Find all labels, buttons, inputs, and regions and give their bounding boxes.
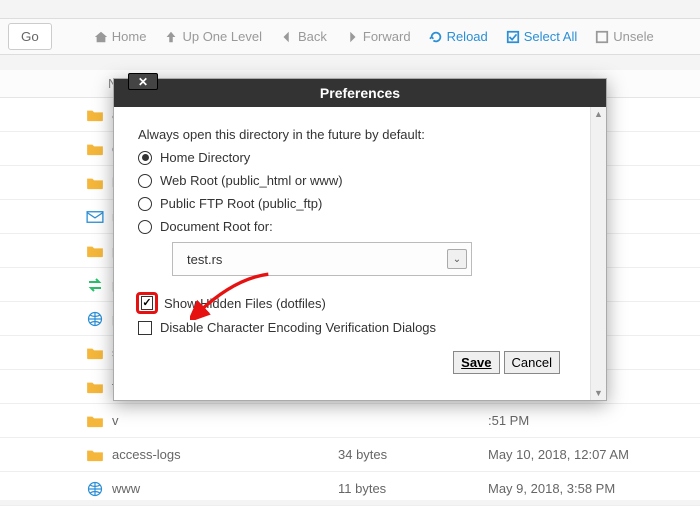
document-root-select[interactable]: test.rs ⌄ [172,242,472,276]
radio-label: Web Root (public_html or www) [160,173,343,188]
table-row[interactable]: v :51 PM [0,404,700,438]
file-name: www [112,481,140,496]
unselect-button[interactable]: Unsele [589,25,659,48]
folder-icon [86,142,104,156]
radio-document-root[interactable]: Document Root for: [138,219,582,234]
up-arrow-icon [164,30,178,44]
select-all-icon [506,30,520,44]
radio-icon [138,174,152,188]
mail-icon [86,210,104,224]
forward-button[interactable]: Forward [339,25,417,48]
radio-label: Document Root for: [160,219,273,234]
dialog-intro-text: Always open this directory in the future… [138,127,582,142]
checkbox-label: Show Hidden Files (dotfiles) [164,296,326,311]
select-all-label: Select All [524,29,577,44]
disable-encoding-checkbox[interactable]: Disable Character Encoding Verification … [138,320,582,335]
up-one-level-button[interactable]: Up One Level [158,25,268,48]
radio-label: Home Directory [160,150,250,165]
file-size: 11 bytes [330,475,480,502]
dialog-close-button[interactable]: ✕ [128,73,158,90]
globe-icon [86,482,104,496]
show-hidden-files-checkbox[interactable]: Show Hidden Files (dotfiles) [138,294,582,312]
home-icon [94,30,108,44]
radio-icon [138,197,152,211]
file-size: 34 bytes [330,441,480,468]
dialog-title: Preferences [320,85,400,101]
folder-icon [86,380,104,394]
dialog-body: ▲ ▼ Always open this directory in the fu… [114,107,606,400]
swap-icon [86,278,104,292]
radio-home-directory[interactable]: Home Directory [138,150,582,165]
table-row[interactable]: access-logs 34 bytesMay 10, 2018, 12:07 A… [0,438,700,472]
file-name: access-logs [112,447,181,462]
unselect-label: Unsele [613,29,653,44]
forward-arrow-icon [345,30,359,44]
dialog-scrollbar[interactable]: ▲ ▼ [590,107,606,400]
annotation-highlight [136,292,158,314]
folder-icon [86,176,104,190]
select-value: test.rs [187,252,222,267]
scroll-down-icon: ▼ [594,386,603,400]
reload-icon [429,30,443,44]
table-row[interactable]: www 11 bytesMay 9, 2018, 3:58 PM [0,472,700,506]
file-name: v [112,413,119,428]
globe-icon [86,312,104,326]
checkbox-label: Disable Character Encoding Verification … [160,320,436,335]
reload-button[interactable]: Reload [423,25,494,48]
folder-icon [86,108,104,122]
radio-web-root[interactable]: Web Root (public_html or www) [138,173,582,188]
go-button[interactable]: Go [8,23,52,50]
home-label: Home [112,29,147,44]
folder-icon [86,448,104,462]
preferences-dialog: ✕ Preferences ▲ ▼ Always open this direc… [113,78,607,401]
home-button[interactable]: Home [88,25,153,48]
back-arrow-icon [280,30,294,44]
file-size [330,415,480,427]
file-modified: May 10, 2018, 12:07 AM [480,441,700,468]
toolbar: Go Home Up One Level Back Forward Reload… [0,18,700,55]
unselect-icon [595,30,609,44]
file-modified: May 9, 2018, 3:58 PM [480,475,700,502]
save-button[interactable]: Save [453,351,499,374]
folder-icon [86,346,104,360]
dialog-title-bar: ✕ Preferences [114,79,606,107]
radio-public-ftp-root[interactable]: Public FTP Root (public_ftp) [138,196,582,211]
radio-label: Public FTP Root (public_ftp) [160,196,322,211]
back-label: Back [298,29,327,44]
dialog-footer: Save Cancel [138,343,582,386]
back-button[interactable]: Back [274,25,333,48]
file-modified: :51 PM [480,407,700,434]
radio-icon [138,220,152,234]
checkbox-icon [141,296,153,310]
scroll-up-icon: ▲ [594,107,603,121]
select-all-button[interactable]: Select All [500,25,583,48]
chevron-down-icon: ⌄ [447,249,467,269]
forward-label: Forward [363,29,411,44]
reload-label: Reload [447,29,488,44]
up-label: Up One Level [182,29,262,44]
checkbox-icon [138,321,152,335]
folder-icon [86,414,104,428]
radio-icon [138,151,152,165]
cancel-button[interactable]: Cancel [504,351,560,374]
folder-icon [86,244,104,258]
